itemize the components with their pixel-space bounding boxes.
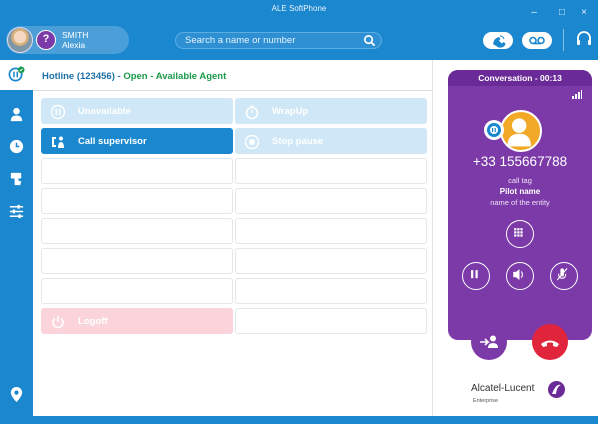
contact-icon[interactable]: [8, 106, 25, 123]
hold-button[interactable]: [462, 262, 490, 290]
conversation-header: Conversation - 00:13: [448, 70, 592, 86]
hotline-state: Open: [123, 71, 148, 82]
timer-icon: [245, 105, 259, 120]
person-icon: [507, 118, 531, 147]
alcatel-a-icon: [552, 384, 561, 394]
brand-name: Alcatel-Lucent: [471, 383, 535, 394]
user-profile-button[interactable]: ? SMITH Alexia: [6, 26, 129, 54]
hand-pointer-icon[interactable]: [8, 171, 25, 188]
empty-slot: [235, 248, 427, 274]
settings-sliders-icon[interactable]: [8, 203, 25, 220]
empty-slot: [235, 218, 427, 244]
pause-icon: [471, 270, 478, 279]
pilot-name: Pilot name: [499, 187, 541, 196]
agent-status: Available Agent: [155, 71, 227, 82]
hotline-status: Hotline (123456) - Open - Available Agen…: [42, 71, 226, 82]
logoff-button[interactable]: Logoff: [41, 308, 233, 334]
wrapup-button[interactable]: WrapUp: [235, 98, 427, 124]
brand-sub: Enterprise: [473, 398, 499, 404]
logoff-label: Logoff: [78, 316, 108, 327]
empty-slot: [235, 188, 427, 214]
title-bar: ALE SoftPhone – □ × ? SMITH Alexia Searc…: [0, 0, 598, 60]
empty-slot: [41, 248, 233, 274]
hangup-button[interactable]: [532, 324, 568, 360]
left-nav: [0, 60, 33, 416]
call-tag: call tag: [508, 176, 532, 185]
speaker-icon: [513, 269, 523, 280]
voicemail-button[interactable]: [522, 32, 552, 49]
stop-pause-button[interactable]: Stop pause: [235, 128, 427, 154]
user-name: SMITH Alexia: [62, 30, 88, 50]
bottom-bar: [0, 416, 598, 424]
empty-slot: [235, 278, 427, 304]
mute-button[interactable]: [550, 262, 578, 290]
hotline-name: Hotline (123456): [42, 71, 115, 82]
hotline-sep-2: -: [147, 71, 156, 82]
calls-button[interactable]: [483, 32, 513, 49]
close-button[interactable]: ×: [577, 7, 591, 19]
transfer-icon: [480, 335, 498, 348]
conversation-panel: Conversation - 00:13 +33 155667788 call …: [432, 60, 598, 416]
hangup-icon: [541, 340, 559, 347]
caller-number: +33 155667788: [472, 154, 568, 169]
empty-slot: [235, 308, 427, 334]
empty-slot: [41, 188, 233, 214]
header-divider: [33, 90, 432, 91]
user-avatar: [7, 27, 33, 53]
user-last-name: SMITH: [62, 30, 89, 40]
transfer-button[interactable]: [471, 324, 507, 360]
history-clock-icon[interactable]: [8, 138, 25, 155]
stop-circle-icon: [244, 134, 260, 150]
phone-call-icon: [493, 35, 506, 48]
toolbar-divider: [563, 29, 564, 51]
power-icon: [52, 316, 64, 329]
call-supervisor-label: Call supervisor: [78, 136, 147, 147]
keypad-button[interactable]: [506, 220, 534, 248]
wrapup-label: WrapUp: [272, 106, 309, 117]
supervisor-icon: [52, 136, 64, 148]
unavailable-button[interactable]: Unavailable: [41, 98, 233, 124]
maximize-button[interactable]: □: [555, 7, 569, 19]
user-first-name: Alexia: [62, 40, 86, 50]
location-pin-icon[interactable]: [8, 386, 25, 403]
brand-logo-icon: [548, 381, 565, 398]
pause-circle-icon: [50, 104, 66, 120]
empty-slot: [41, 278, 233, 304]
acd-agent-icon: [8, 66, 25, 82]
search-input[interactable]: Search a name or number: [175, 32, 382, 49]
nav-item-acd[interactable]: [0, 60, 33, 90]
caller-badge: [484, 120, 504, 140]
empty-slot: [41, 218, 233, 244]
app-title: ALE SoftPhone: [271, 4, 327, 13]
presence-icon[interactable]: ?: [36, 30, 56, 50]
unavailable-label: Unavailable: [78, 106, 131, 117]
search-placeholder: Search a name or number: [185, 35, 296, 46]
acd-panel: Hotline (123456) - Open - Available Agen…: [33, 60, 432, 416]
call-supervisor-button[interactable]: Call supervisor: [41, 128, 233, 154]
minimize-button[interactable]: –: [527, 7, 541, 19]
stop-pause-label: Stop pause: [272, 136, 324, 147]
voicemail-icon: [529, 36, 545, 45]
search-icon[interactable]: [363, 34, 376, 47]
dialpad-icon: [514, 228, 523, 237]
signal-strength-icon: [572, 90, 582, 99]
mic-muted-icon: [556, 267, 568, 281]
speaker-button[interactable]: [506, 262, 534, 290]
pause-badge-icon: [487, 123, 501, 137]
empty-slot: [235, 158, 427, 184]
caller-avatar: [500, 110, 542, 152]
entity-name: name of the entity: [490, 198, 550, 207]
headset-icon[interactable]: [576, 30, 592, 48]
empty-slot: [41, 158, 233, 184]
conversation-card: Conversation - 00:13 +33 155667788 call …: [448, 70, 592, 340]
